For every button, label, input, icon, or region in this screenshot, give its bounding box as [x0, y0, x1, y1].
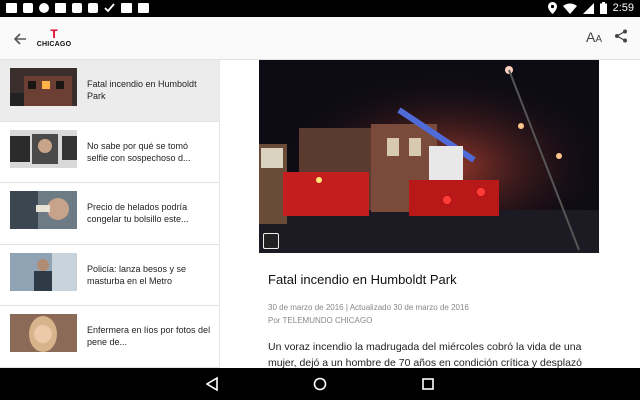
telemundo-logo[interactable]: T CHICAGO — [34, 27, 74, 51]
list-item-title: No sabe por qué se tomó selfie con sospe… — [87, 140, 191, 163]
home-nav-button[interactable] — [311, 375, 329, 393]
share-button[interactable] — [614, 29, 632, 47]
battery-icon — [599, 2, 607, 14]
app-bar: T CHICAGO AA — [0, 17, 640, 60]
article-hero-image[interactable] — [259, 60, 599, 253]
text-size-large: A — [586, 29, 596, 45]
article-author: Por TELEMUNDO CHICAGO — [268, 316, 373, 325]
fire-building-thumb — [10, 68, 77, 106]
list-item-title: Policía: lanza besos y se masturba en el… — [87, 263, 187, 286]
related-stories-list: Fatal incendio en Humboldt Park No sabe … — [0, 60, 220, 368]
nurse-thumb — [10, 314, 77, 352]
fire-scene-image — [259, 60, 599, 253]
image-icon — [6, 3, 17, 13]
logo-text: CHICAGO — [36, 41, 72, 48]
camera-icon — [138, 3, 149, 13]
article-dates: 30 de marzo de 2016 | Actualizado 30 de … — [268, 303, 469, 312]
list-item-title: Enfermera en líos por fotos del pene de.… — [87, 325, 211, 347]
gallery-icon — [263, 233, 279, 249]
clock: 2:59 — [612, 2, 634, 14]
list-item[interactable]: No sabe por qué se tomó selfie con sospe… — [0, 122, 219, 183]
text-size-button[interactable]: AA — [586, 29, 602, 45]
list-item[interactable]: Policía: lanza besos y se masturba en el… — [0, 245, 219, 306]
ice-cream-thumb — [10, 191, 77, 229]
list-item[interactable]: Precio de helados podría congelar tu bol… — [0, 183, 219, 245]
android-icon — [39, 3, 49, 13]
telemundo-t-mark: T — [50, 27, 58, 41]
list-item-title: Precio de helados podría congelar tu bol… — [87, 202, 189, 224]
back-nav-button[interactable] — [203, 375, 221, 393]
location-icon — [547, 2, 557, 14]
status-right-icons: 2:59 — [547, 2, 634, 14]
wifi-icon — [562, 3, 577, 14]
arrow-left-icon — [13, 33, 26, 45]
car-selfie-thumb — [10, 129, 77, 168]
navigation-bar — [0, 368, 640, 400]
home-circle-icon — [313, 377, 327, 391]
signal-icon — [582, 2, 594, 14]
gallery-icon — [55, 3, 66, 13]
notification-icon — [72, 3, 82, 13]
article-body: Un voraz incendio la madrugada del miérc… — [268, 341, 583, 368]
share-icon — [615, 29, 627, 43]
metro-thumb — [10, 252, 77, 291]
recents-nav-button[interactable] — [419, 375, 437, 393]
status-left-icons — [6, 3, 149, 13]
text-size-small: A — [595, 34, 603, 45]
sim-icon — [121, 3, 132, 13]
notification-icon — [88, 3, 98, 13]
list-item[interactable]: Fatal incendio en Humboldt Park — [0, 60, 219, 122]
list-item-title: Fatal incendio en Humboldt Park — [87, 79, 197, 101]
article-title: Fatal incendio en Humboldt Park — [268, 272, 457, 287]
notification-icon — [23, 3, 33, 13]
status-bar: 2:59 — [0, 0, 640, 17]
list-item[interactable]: Enfermera en líos por fotos del pene de.… — [0, 306, 219, 368]
article-view: Fatal incendio en Humboldt Park 30 de ma… — [221, 60, 640, 368]
back-button[interactable] — [8, 27, 32, 51]
check-icon — [104, 3, 115, 13]
square-recents-icon — [422, 378, 434, 390]
triangle-back-icon — [206, 377, 218, 391]
